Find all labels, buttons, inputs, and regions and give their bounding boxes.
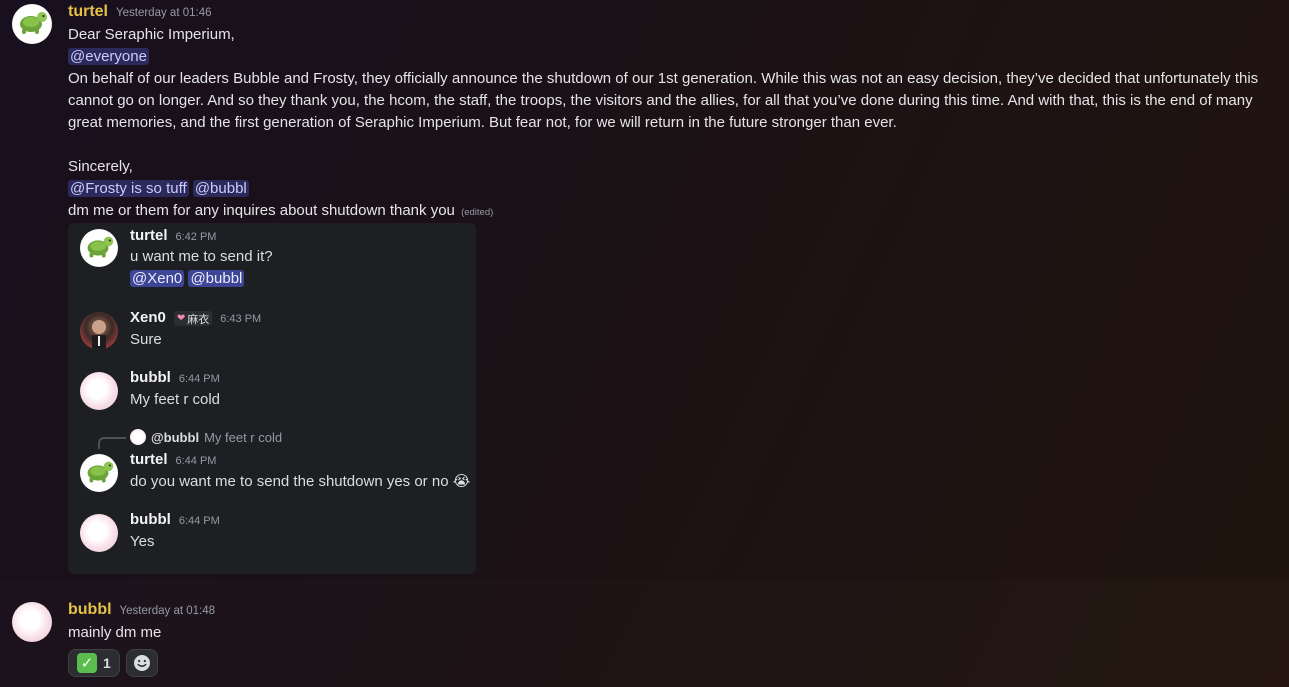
author-name: turtel [130,227,168,244]
reply-name: @bubbl [151,429,200,445]
avatar-turtel [80,229,118,267]
greeting-text: Dear Seraphic Imperium, [68,26,235,43]
mentions-line: @Frosty is so tuff @bubbl [68,178,1283,200]
message-text: mainly dm me [68,624,162,641]
mention-everyone[interactable]: @everyone [68,48,149,65]
reply-connector [98,437,126,449]
heart-icon: ❤ [176,313,186,324]
author-name: bubbl [130,369,171,386]
reaction-check[interactable]: ✓ 1 [68,649,120,677]
message-text: do you want me to send the shutdown yes … [130,473,471,490]
check-mark-icon: ✓ [77,653,97,673]
avatar-bubbl [80,514,118,552]
message-bubbl: bubbl Yesterday at 01:48 mainly dm me ✓ … [0,580,1289,687]
message-text: u want me to send it? [130,248,273,265]
author-name: bubbl [130,511,171,528]
person-icon [92,320,106,350]
footer-text: dm me or them for any inquires about shu… [68,202,455,219]
avatar-bubbl [80,372,118,410]
embed-message-header: bubbl 6:44 PM [130,369,220,386]
mention-frosty[interactable]: @Frosty is so tuff [68,180,189,197]
timestamp: 6:42 PM [175,231,217,243]
turtle-icon [87,461,114,483]
mention-line: @everyone [68,46,1283,68]
embedded-conversation-image[interactable]: turtel 6:42 PM u want me to send it? @Xe… [68,223,476,574]
message-turtel: turtel Yesterday at 01:46 Dear Seraphic … [0,0,1289,580]
author-name: turtel [130,451,168,468]
announcement-body: On behalf of our leaders Bubble and Fros… [68,70,1259,131]
reply-avatar [130,429,146,445]
turtle-icon [20,12,47,34]
timestamp: 6:44 PM [178,515,220,527]
timestamp: 6:43 PM [220,313,262,325]
timestamp: 6:44 PM [175,455,217,467]
smiley-icon [133,655,150,671]
mentions-line: @Xen0 @bubbl [130,268,245,290]
message-text: Yes [130,533,155,550]
embed-message-header: turtel 6:44 PM [130,451,216,468]
mention-bubbl: @bubbl [188,270,245,287]
signoff-text: Sincerely, [68,158,133,175]
message-text: My feet r cold [130,391,221,408]
avatar-turtel[interactable] [12,4,52,44]
avatar-xen0 [80,312,118,350]
embed-message-header: turtel 6:42 PM [130,227,216,244]
message-header: bubbl Yesterday at 01:48 [68,601,215,619]
guild-tag-label: 麻衣 [187,313,210,326]
mention-bubbl[interactable]: @bubbl [192,180,249,197]
avatar-bubbl[interactable] [12,602,52,642]
reply-preview: @bubbl My feet r cold [130,429,282,445]
reaction-count: 1 [103,655,111,671]
guild-tag: ❤ 麻衣 [173,311,213,326]
embed-message-header: Xen0 ❤ 麻衣 6:43 PM [130,309,261,327]
reply-text: My feet r cold [204,429,283,445]
message-text: Sure [130,331,162,348]
mention-xen0: @Xen0 [130,270,185,287]
author-name[interactable]: turtel [68,3,108,21]
author-name[interactable]: bubbl [68,601,112,619]
reactions-bar: ✓ 1 [68,649,158,677]
timestamp[interactable]: Yesterday at 01:46 [116,7,211,19]
add-reaction-button[interactable] [125,649,158,677]
edited-label: (edited) [461,207,494,218]
timestamp: 6:44 PM [178,373,220,385]
message-header: turtel Yesterday at 01:46 [68,3,211,21]
embed-message-header: bubbl 6:44 PM [130,511,220,528]
avatar-turtel [80,454,118,492]
turtle-icon [87,236,114,258]
timestamp[interactable]: Yesterday at 01:48 [120,605,215,617]
author-name: Xen0 [130,309,166,326]
footer-line: dm me or them for any inquires about shu… [68,200,1283,224]
